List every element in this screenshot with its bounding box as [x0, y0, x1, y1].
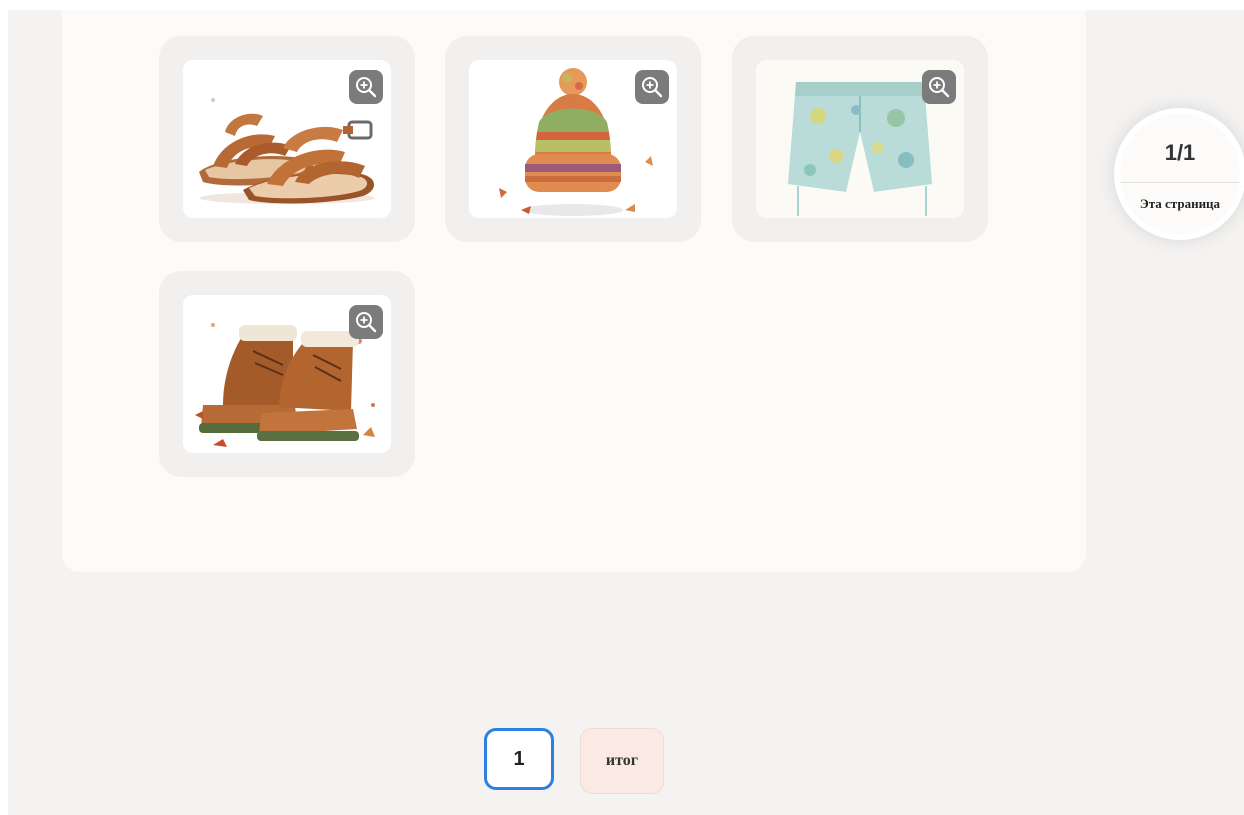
gallery-item-sandals[interactable] [159, 36, 415, 242]
zoom-in-icon[interactable] [922, 70, 956, 104]
viewport: 1/1 Эта страница 1 итог [8, 10, 1244, 815]
page-counter[interactable]: 1/1 Эта страница [1114, 108, 1244, 240]
item-image-boots[interactable] [183, 295, 391, 453]
gallery-item-shorts[interactable] [732, 36, 988, 242]
page-counter-divider [1120, 182, 1240, 183]
item-image-sandals[interactable] [183, 60, 391, 218]
page-counter-label: Эта страница [1139, 196, 1221, 211]
summary-button[interactable]: итог [580, 728, 664, 794]
zoom-in-icon[interactable] [635, 70, 669, 104]
item-image-knit-hat[interactable] [469, 60, 677, 218]
pagination-page-1[interactable]: 1 [484, 728, 554, 790]
zoom-in-icon[interactable] [349, 305, 383, 339]
gallery-item-boots[interactable] [159, 271, 415, 477]
zoom-in-icon[interactable] [349, 70, 383, 104]
page-counter-face: 1/1 Эта страница [1120, 114, 1240, 234]
gallery-panel [62, 10, 1086, 572]
page-counter-value: 1/1 [1164, 140, 1196, 165]
gallery-item-knit-hat[interactable] [445, 36, 701, 242]
item-image-shorts[interactable] [756, 60, 964, 218]
